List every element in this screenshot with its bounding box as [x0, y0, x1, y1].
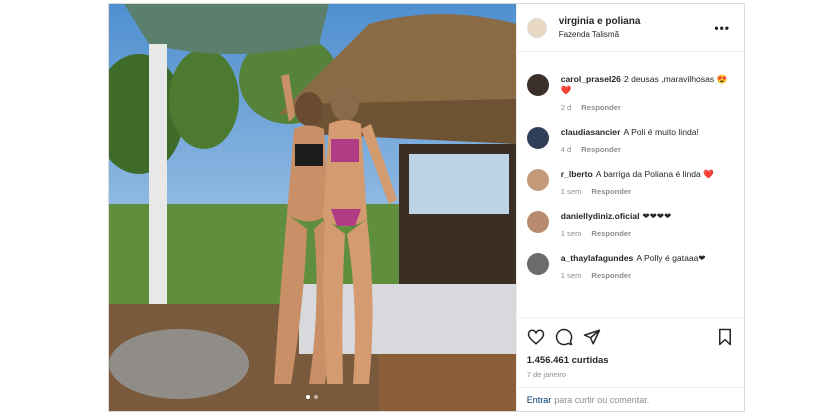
comment-time: 2 d	[560, 103, 572, 112]
likes-count[interactable]: 1.456.461 curtidas	[527, 355, 734, 366]
commenter-avatar[interactable]	[526, 253, 549, 275]
commenter-avatar[interactable]	[526, 169, 549, 191]
comment-icon[interactable]	[555, 328, 573, 346]
reply-button[interactable]: Responder	[581, 145, 621, 154]
post-actions: 1.456.461 curtidas 7 de janeiro	[516, 317, 744, 387]
comment-body: daniellydiniz.oficial ❤❤❤❤ 1 sem Responder	[561, 211, 672, 239]
reply-button[interactable]: Responder	[591, 271, 631, 280]
comment-body: carol_prasel26 2 deusas ,maravilhosas 😍❤️…	[561, 74, 734, 113]
post-photo[interactable]	[109, 4, 516, 411]
send-icon[interactable]	[583, 328, 601, 346]
account-avatar[interactable]	[526, 17, 547, 38]
reply-button[interactable]: Responder	[591, 229, 631, 238]
post-sidebar: virginia e poliana Fazenda Talismã ••• c…	[515, 4, 744, 411]
commenter-username[interactable]: claudiasancier	[561, 127, 621, 137]
action-icons	[527, 328, 734, 346]
bookmark-icon[interactable]	[716, 328, 734, 346]
comment-body: claudiasancier A Poli é muito linda! 4 d R…	[561, 127, 699, 155]
comment-item: carol_prasel26 2 deusas ,maravilhosas 😍❤️…	[526, 74, 734, 113]
commenter-username[interactable]: carol_prasel26	[561, 74, 621, 84]
login-link[interactable]: Entrar	[527, 395, 552, 405]
commenter-username[interactable]: daniellydiniz.oficial	[561, 211, 640, 221]
add-comment-bar: Entrar para curtir ou comentar.	[516, 387, 744, 411]
more-horizontal-icon[interactable]: •••	[710, 21, 734, 35]
comment-time: 1 sem	[560, 229, 582, 238]
comment-item: daniellydiniz.oficial ❤❤❤❤ 1 sem Responder	[526, 211, 734, 239]
post-date: 7 de janeiro	[526, 370, 566, 379]
comment-body: r_lberto A barriga da Poliana é linda ❤️ …	[561, 169, 714, 197]
comment-time: 1 sem	[560, 187, 582, 196]
carousel-indicator	[109, 395, 516, 399]
comment-item: a_thaylafagundes A Polly é gataaa❤ 1 sem R…	[526, 253, 734, 281]
comment-item: claudiasancier A Poli é muito linda! 4 d R…	[526, 127, 734, 155]
header-text: virginia e poliana Fazenda Talismã	[559, 15, 711, 41]
account-username[interactable]: virginia e poliana	[559, 15, 711, 28]
reply-button[interactable]: Responder	[591, 187, 631, 196]
post-location[interactable]: Fazenda Talismã	[559, 28, 711, 41]
comment-text: A Poli é muito linda!	[623, 127, 699, 137]
comment-text: ❤❤❤❤	[642, 211, 672, 221]
comment-time: 4 d	[560, 145, 572, 154]
comment-text: A Polly é gataaa❤	[636, 253, 706, 263]
commenter-avatar[interactable]	[526, 211, 549, 233]
commenter-username[interactable]: a_thaylafagundes	[561, 253, 634, 263]
reply-button[interactable]: Responder	[581, 103, 621, 112]
comment-time: 1 sem	[560, 271, 582, 280]
carousel-dot[interactable]	[314, 395, 319, 399]
post-header: virginia e poliana Fazenda Talismã •••	[516, 4, 744, 52]
commenter-avatar[interactable]	[526, 74, 549, 96]
comment-text: A barriga da Poliana é linda ❤️	[595, 169, 714, 179]
comment-body: a_thaylafagundes A Polly é gataaa❤ 1 sem R…	[561, 253, 706, 281]
comment-item: r_lberto A barriga da Poliana é linda ❤️ …	[526, 169, 734, 197]
login-prompt: para curtir ou comentar.	[554, 394, 650, 405]
carousel-dot[interactable]	[306, 395, 311, 399]
commenter-avatar[interactable]	[526, 127, 549, 149]
heart-icon[interactable]	[527, 328, 545, 346]
comments-list: carol_prasel26 2 deusas ,maravilhosas 😍❤️…	[517, 52, 744, 317]
commenter-username[interactable]: r_lberto	[561, 169, 593, 179]
instagram-post: virginia e poliana Fazenda Talismã ••• c…	[108, 3, 745, 412]
photo-scene	[109, 4, 516, 411]
